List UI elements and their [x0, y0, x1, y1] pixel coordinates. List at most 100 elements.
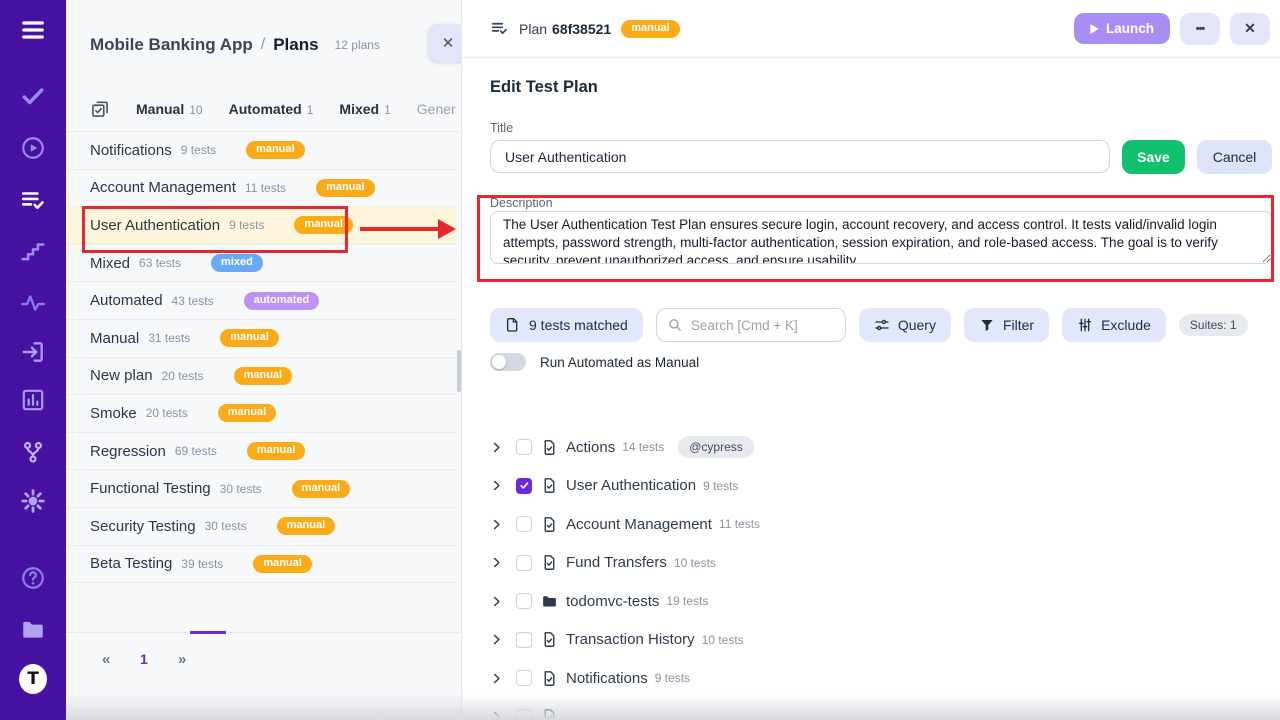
filter-button[interactable]: Filter	[964, 308, 1049, 342]
plan-tests-count: 9 tests	[229, 218, 264, 232]
plan-row[interactable]: Manual31 testsmanual	[66, 320, 456, 358]
suite-name: Notifications	[566, 670, 648, 687]
expand-chevron-icon[interactable]	[490, 556, 503, 569]
expand-chevron-icon[interactable]	[490, 479, 503, 492]
pagination-page-1[interactable]: 1	[140, 651, 148, 667]
detail-close-button[interactable]: ✕	[1230, 13, 1270, 45]
expand-chevron-icon[interactable]	[490, 633, 503, 646]
plan-row[interactable]: User Authentication9 testsmanual	[66, 207, 456, 245]
plan-tests-count: 11 tests	[245, 181, 286, 195]
suite-row[interactable]: Notifications9 tests	[490, 659, 1272, 698]
expand-chevron-icon[interactable]	[490, 672, 503, 685]
select-plans-icon[interactable]	[90, 99, 110, 119]
suite-file-icon	[541, 554, 558, 571]
plan-name: Regression	[90, 443, 166, 460]
suite-row[interactable]: User Authentication9 tests	[490, 467, 1272, 506]
pagination-next-button[interactable]: »	[178, 651, 186, 668]
expand-chevron-icon[interactable]	[490, 595, 503, 608]
search-input[interactable]	[656, 308, 846, 342]
tab-gener[interactable]: Gener	[417, 101, 456, 117]
tests-matched-button[interactable]: 9 tests matched	[490, 308, 643, 342]
filter-funnel-icon	[979, 317, 995, 333]
save-button[interactable]: Save	[1122, 140, 1185, 174]
suite-row[interactable]: todomvc-tests19 tests	[490, 582, 1272, 621]
run-automated-toggle[interactable]	[490, 353, 526, 371]
pagination-prev-button[interactable]: «	[102, 651, 110, 668]
suite-checkbox[interactable]	[516, 670, 532, 686]
plan-tests-count: 20 tests	[162, 369, 204, 383]
steps-icon[interactable]	[19, 237, 47, 265]
expand-chevron-icon[interactable]	[490, 710, 503, 720]
plan-row[interactable]: Functional Testing30 testsmanual	[66, 470, 456, 508]
suite-name: todomvc-tests	[566, 593, 659, 610]
toggle-knob	[492, 355, 506, 369]
playlist-check-icon	[490, 19, 509, 38]
plan-row[interactable]: Security Testing30 testsmanual	[66, 508, 456, 546]
description-textarea[interactable]: The User Authentication Test Plan ensure…	[490, 211, 1272, 264]
edit-plan-heading: Edit Test Plan	[490, 78, 598, 97]
active-page-indicator	[190, 631, 226, 634]
title-input[interactable]	[490, 140, 1110, 173]
check-icon[interactable]	[19, 82, 47, 110]
suite-tag-badge: @cypress	[678, 436, 754, 458]
activity-icon[interactable]	[19, 289, 47, 317]
suite-file-icon	[541, 670, 558, 687]
plan-row[interactable]: New plan20 testsmanual	[66, 358, 456, 396]
suite-checkbox[interactable]	[516, 593, 532, 609]
plan-row[interactable]: Account Management11 testsmanual	[66, 170, 456, 208]
launch-button[interactable]: Launch	[1074, 13, 1170, 44]
project-title[interactable]: Mobile Banking App	[90, 35, 253, 55]
plan-row[interactable]: Mixed63 testsmixed	[66, 245, 456, 283]
expand-chevron-icon[interactable]	[490, 441, 503, 454]
plan-type-badge: manual	[247, 442, 306, 460]
menu-icon[interactable]	[19, 16, 47, 44]
query-button[interactable]: Query	[859, 308, 951, 342]
settings-gear-icon[interactable]	[19, 487, 47, 515]
plan-row[interactable]: Regression69 testsmanual	[66, 433, 456, 471]
suite-name: Transaction History	[566, 631, 695, 648]
suite-checkbox[interactable]	[516, 516, 532, 532]
tab-mixed[interactable]: Mixed1	[339, 101, 390, 117]
suite-checkbox[interactable]	[516, 632, 532, 648]
folder-icon[interactable]	[19, 616, 47, 644]
expand-chevron-icon[interactable]	[490, 518, 503, 531]
bar-chart-icon[interactable]	[19, 386, 47, 414]
tab-manual[interactable]: Manual10	[136, 101, 203, 117]
plan-row[interactable]: Beta Testing39 testsmanual	[66, 546, 456, 584]
cancel-button[interactable]: Cancel	[1197, 140, 1272, 174]
suite-row[interactable]: Transaction History10 tests	[490, 621, 1272, 660]
plan-name: Automated	[90, 292, 163, 309]
git-branch-icon[interactable]	[19, 438, 47, 466]
plan-row[interactable]: Smoke20 testsmanual	[66, 395, 456, 433]
suite-row[interactable]: Fund Transfers10 tests	[490, 544, 1272, 583]
plan-row[interactable]: Notifications9 testsmanual	[66, 132, 456, 170]
tab-count: 10	[189, 103, 202, 117]
plan-type-badge: mixed	[211, 254, 263, 272]
play-circle-icon[interactable]	[19, 134, 47, 162]
list-check-icon[interactable]	[19, 186, 47, 214]
plan-type-badge: manual	[234, 367, 293, 385]
panel-close-button[interactable]: ✕	[428, 24, 462, 62]
plan-tests-count: 43 tests	[172, 294, 214, 308]
checkmark-icon	[519, 480, 530, 491]
tab-automated[interactable]: Automated1	[229, 101, 314, 117]
suite-checkbox[interactable]	[516, 709, 532, 720]
suite-file-icon	[541, 516, 558, 533]
plans-scrollbar[interactable]	[457, 350, 461, 392]
pagination: « 1 »	[66, 632, 462, 692]
suite-file-icon	[541, 708, 558, 720]
plan-name: Functional Testing	[90, 480, 211, 497]
plan-row[interactable]: Automated43 testsautomated	[66, 282, 456, 320]
suite-row[interactable]: Account Management11 tests	[490, 505, 1272, 544]
more-options-button[interactable]: •••	[1180, 13, 1220, 45]
suite-row[interactable]: Actions14 tests@cypress	[490, 428, 1272, 467]
suite-checkbox[interactable]	[516, 478, 532, 494]
suite-checkbox[interactable]	[516, 555, 532, 571]
suite-checkbox[interactable]	[516, 439, 532, 455]
testomat-logo[interactable]: T	[19, 665, 47, 693]
exclude-button[interactable]: Exclude	[1062, 308, 1166, 342]
help-icon[interactable]	[19, 564, 47, 592]
import-icon[interactable]	[19, 338, 47, 366]
suite-file-icon	[541, 439, 558, 456]
plans-panel: Mobile Banking App / Plans 12 plans ✕ Ma…	[66, 0, 462, 720]
